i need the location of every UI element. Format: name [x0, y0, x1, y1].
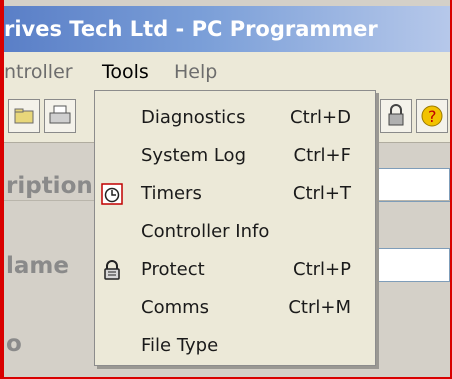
menu-item-controller-info[interactable]: Controller Info — [95, 213, 375, 251]
menu-tools[interactable]: Tools — [102, 52, 149, 92]
toolbar-print-button[interactable] — [44, 99, 76, 133]
lock-icon — [101, 259, 123, 281]
menu-item-diagnostics[interactable]: Diagnostics Ctrl+D — [95, 99, 375, 137]
svg-text:?: ? — [428, 107, 437, 126]
printer-icon — [49, 105, 71, 124]
menubar: ntroller Tools Help — [4, 52, 450, 92]
menu-item-protect[interactable]: Protect Ctrl+P — [95, 251, 375, 289]
menu-controller[interactable]: ntroller — [4, 52, 73, 92]
timer-icon — [101, 183, 123, 205]
window-title: rives Tech Ltd - PC Programmer — [4, 17, 378, 41]
cut-label: o — [6, 331, 22, 357]
toolbar-open-button[interactable] — [8, 99, 40, 133]
menu-item-system-log[interactable]: System Log Ctrl+F — [95, 137, 375, 175]
help-icon: ? — [421, 105, 443, 127]
menu-item-timers[interactable]: Timers Ctrl+T — [95, 175, 375, 213]
menu-item-comms[interactable]: Comms Ctrl+M — [95, 289, 375, 327]
app-window: rives Tech Ltd - PC Programmer ntroller … — [0, 0, 452, 379]
menu-item-file-type[interactable]: File Type — [95, 327, 375, 365]
menu-help[interactable]: Help — [174, 52, 217, 92]
description-field[interactable] — [378, 168, 450, 202]
lock-icon — [388, 104, 404, 126]
toolbar-help-button[interactable]: ? — [416, 99, 448, 133]
name-field[interactable] — [378, 248, 450, 282]
tools-dropdown-menu: Diagnostics Ctrl+D System Log Ctrl+F Tim… — [94, 90, 376, 366]
window-titlebar[interactable]: rives Tech Ltd - PC Programmer — [4, 6, 450, 52]
left-border — [0, 0, 4, 379]
toolbar-lock-button[interactable] — [380, 99, 412, 133]
name-label: lame — [6, 253, 69, 279]
folder-icon — [14, 108, 34, 124]
description-label: ription — [6, 173, 93, 199]
